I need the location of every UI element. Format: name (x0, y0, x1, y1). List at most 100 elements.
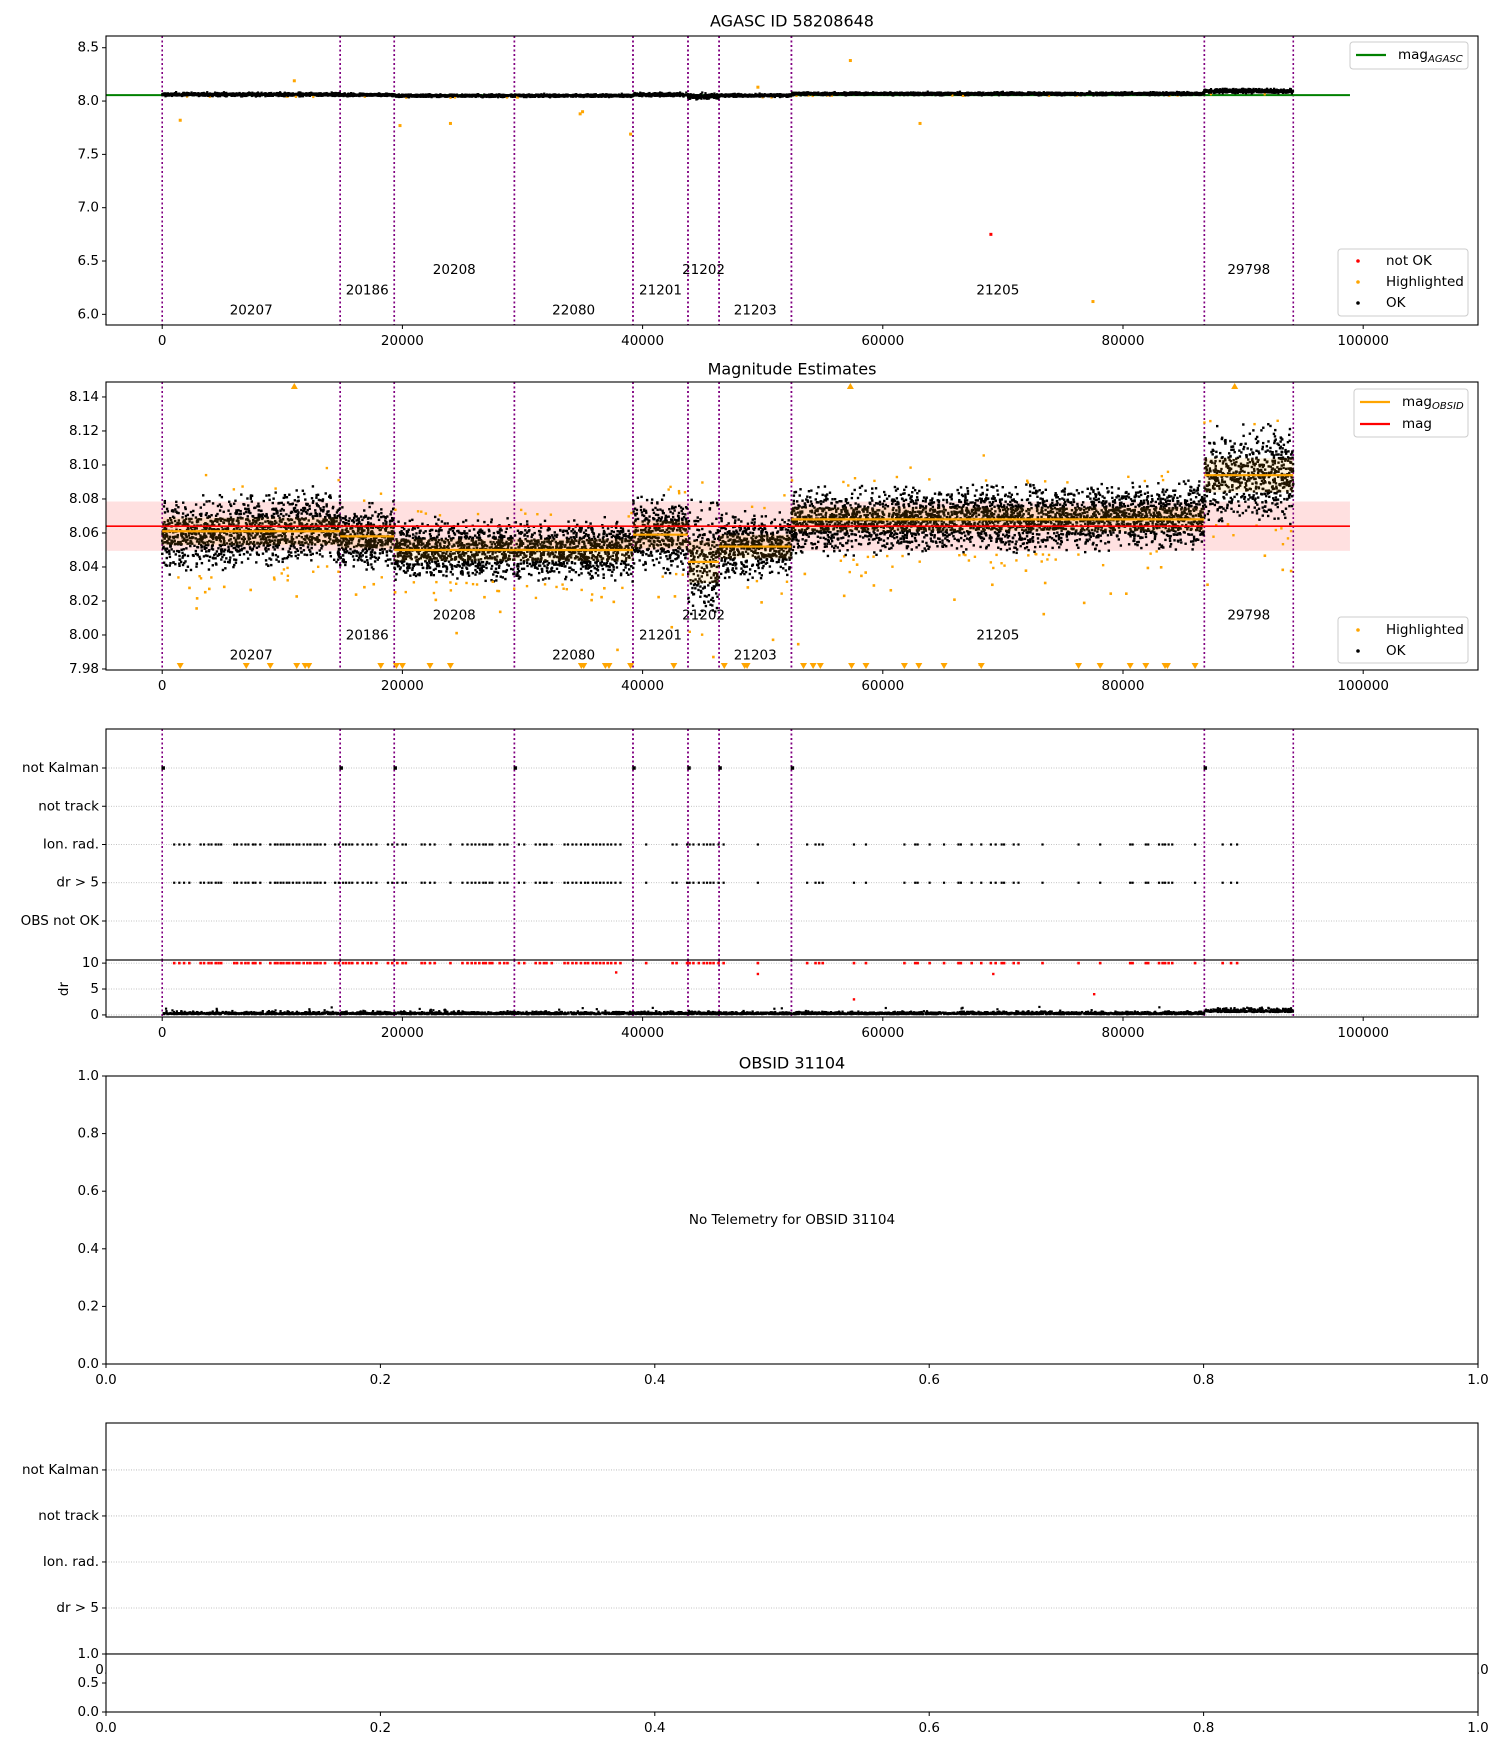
ok-point (325, 92, 329, 96)
ok-point (425, 94, 428, 97)
ok-point (360, 92, 363, 95)
ok-point (695, 98, 698, 101)
ok-point (319, 92, 322, 95)
ok-point (275, 94, 278, 97)
ok-point (488, 93, 491, 97)
ok-point (598, 94, 601, 97)
ok-point (584, 95, 587, 98)
ok-point (537, 94, 540, 97)
ok-point (432, 94, 436, 97)
ok-point (651, 93, 654, 96)
ok-point (249, 92, 252, 96)
ok-point (518, 94, 522, 97)
ok-point (302, 93, 305, 96)
ok-point (361, 94, 364, 97)
ok-point (711, 96, 714, 99)
ok-point (708, 94, 711, 97)
ok-point (217, 94, 221, 97)
ok-point (255, 93, 258, 96)
ok-point (602, 95, 605, 98)
ok-point (239, 93, 242, 97)
ok-point (342, 92, 345, 95)
ok-point (693, 95, 696, 98)
ok-point (269, 92, 272, 95)
ok-point (260, 94, 263, 97)
ok-point (408, 93, 411, 96)
ok-point (772, 94, 775, 97)
ok-point (411, 94, 414, 97)
ok-point (562, 94, 565, 98)
ok-point (444, 95, 447, 98)
ok-point (673, 92, 676, 95)
ok-point (746, 95, 749, 98)
ok-point (555, 94, 558, 97)
ok-point (305, 93, 308, 96)
ok-point (454, 94, 457, 97)
ok-point (232, 94, 235, 97)
ok-point (755, 94, 758, 97)
ok-point (761, 95, 764, 98)
ok-point (231, 92, 234, 95)
ok-point (688, 94, 691, 98)
ok-point (540, 94, 544, 97)
highlighted-point (294, 95, 297, 98)
ok-point (731, 93, 735, 97)
ok-point (206, 92, 209, 95)
ok-point (715, 94, 719, 98)
ok-point (357, 94, 360, 97)
ok-point (323, 92, 326, 95)
ok-point (619, 95, 622, 98)
ok-point (260, 91, 263, 94)
figure: AGASC ID 5820864820207201862020822080212… (21, 12, 1489, 1737)
ok-point (569, 95, 573, 98)
ok-point (725, 94, 729, 97)
ok-point (763, 93, 767, 96)
ok-point (375, 94, 378, 97)
ok-point (658, 93, 662, 96)
panel-agasc-magnitude: AGASC ID 5820864820207201862020822080212… (78, 12, 1479, 349)
ok-point (311, 92, 314, 95)
ok-point (180, 93, 183, 96)
ok-point (484, 93, 487, 97)
ok-point (292, 93, 295, 96)
ok-point (617, 94, 620, 97)
ok-point (168, 93, 172, 96)
ok-point (777, 93, 780, 96)
ok-point (661, 94, 664, 98)
ok-point (707, 97, 710, 100)
ok-point (422, 95, 425, 98)
ok-point (369, 93, 372, 96)
ok-point (363, 93, 367, 96)
highlighted-point (312, 95, 315, 99)
ok-point (721, 94, 724, 98)
ok-point (467, 94, 470, 97)
ok-point (481, 95, 484, 98)
ok-point (774, 94, 777, 98)
ok-point (705, 94, 708, 98)
ok-point (678, 92, 681, 96)
ok-point (196, 92, 199, 96)
ok-point (513, 94, 517, 97)
ok-point (499, 93, 502, 96)
ok-point (645, 93, 648, 96)
ok-point (526, 93, 529, 96)
ok-point (654, 93, 658, 97)
ok-point (417, 94, 420, 97)
ok-point (783, 93, 786, 96)
ok-point (700, 96, 703, 99)
ok-point (612, 95, 615, 98)
ok-point (697, 97, 700, 100)
ok-point (741, 94, 744, 97)
ok-point (289, 92, 292, 95)
ok-point (715, 97, 718, 100)
ok-point (717, 97, 720, 100)
ok-point (321, 94, 324, 97)
ok-point (735, 93, 739, 96)
ok-point (507, 94, 510, 97)
ok-point (297, 92, 300, 96)
ok-point (225, 92, 228, 96)
ok-point (509, 94, 512, 97)
ok-point (643, 93, 646, 96)
ok-point (223, 93, 226, 96)
ok-point (280, 93, 283, 96)
